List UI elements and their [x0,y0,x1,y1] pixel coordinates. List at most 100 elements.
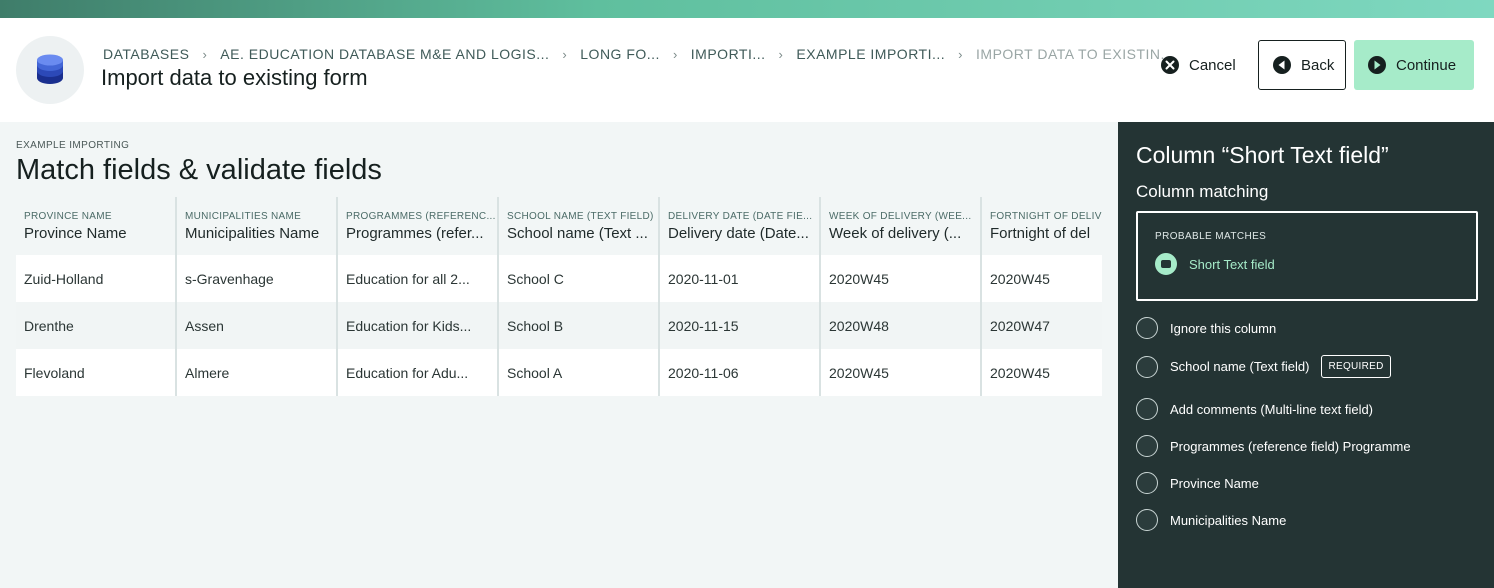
radio-icon[interactable] [1136,472,1158,494]
table-cell: School B [499,302,660,349]
breadcrumb-databases[interactable]: DATABASES [103,46,189,62]
column-source-name: WEEK OF DELIVERY (WEE... [829,210,972,222]
match-option-short-text-field[interactable]: Short Text field [1155,253,1275,275]
table-cell: 2020-11-15 [660,302,821,349]
breadcrumb-database[interactable]: AE. EDUCATION DATABASE M&E AND LOGIS... [220,46,549,62]
radio-icon[interactable] [1136,435,1158,457]
table-cell: Drenthe [16,302,177,349]
match-option-municipalities-name[interactable]: Municipalities Name [1136,509,1286,531]
back-label: Back [1301,56,1335,74]
column-source-name: PROGRAMMES (REFERENC... [346,210,496,222]
continue-button[interactable]: Continue [1354,40,1474,90]
table-cell: 2020-11-06 [660,349,821,396]
table-cell: School A [499,349,660,396]
header: DATABASES › AE. EDUCATION DATABASE M&E A… [0,18,1494,122]
chevron-right-icon: › [202,46,208,62]
back-button[interactable]: Back [1258,40,1346,90]
chevron-right-icon: › [958,46,964,62]
arrow-right-circle-icon [1368,56,1386,74]
column-source-name: DELIVERY DATE (DATE FIE... [668,210,813,222]
table-cell: 2020-11-01 [660,255,821,302]
section-label: EXAMPLE IMPORTING [16,140,130,151]
continue-label: Continue [1396,56,1457,74]
column-field-name: School name (Text ... [507,224,648,242]
close-circle-icon [1161,56,1179,74]
probable-matches-box: PROBABLE MATCHES Short Text field [1136,211,1478,301]
match-option-label: Add comments (Multi-line text field) [1170,401,1374,417]
match-option-school-name[interactable]: School name (Text field) REQUIRED [1136,355,1391,378]
table-cell: 2020W45 [982,349,1102,396]
column-field-name: Municipalities Name [185,224,320,242]
match-option-programmes[interactable]: Programmes (reference field) Programme [1136,435,1411,457]
panel-title: Column “Short Text field” [1136,142,1389,168]
column-header[interactable]: DELIVERY DATE (DATE FIE... Delivery date… [660,197,821,255]
match-option-label: Short Text field [1189,256,1275,272]
top-accent-bar [0,0,1494,18]
table-cell: Zuid-Holland [16,255,177,302]
column-field-name: Delivery date (Date... [668,224,809,242]
column-field-name: Programmes (refer... [346,224,484,242]
table-cell: Education for all 2... [338,255,499,302]
panel-subtitle: Column matching [1136,182,1269,201]
data-table: PROVINCE NAME Province Name MUNICIPALITI… [16,197,1102,396]
section-title: Match fields & validate fields [16,154,382,186]
chevron-right-icon: › [778,46,784,62]
match-option-add-comments[interactable]: Add comments (Multi-line text field) [1136,398,1373,420]
database-icon [16,36,84,104]
probable-matches-label: PROBABLE MATCHES [1155,231,1267,242]
table-row: Zuid-Holland s-Gravenhage Education for … [16,255,1102,302]
match-option-ignore[interactable]: Ignore this column [1136,317,1276,339]
column-field-name: Fortnight of del [990,224,1091,242]
table-cell: 2020W47 [982,302,1102,349]
match-option-label: Province Name [1170,475,1259,491]
radio-selected-icon[interactable] [1155,253,1177,275]
table-cell: School C [499,255,660,302]
table-row: Flevoland Almere Education for Adu... Sc… [16,349,1102,396]
match-option-label: Ignore this column [1170,320,1277,336]
table-cell: 2020W45 [821,255,982,302]
table-cell: Education for Adu... [338,349,499,396]
main-content: EXAMPLE IMPORTING Match fields & validat… [0,122,1118,588]
radio-icon[interactable] [1136,398,1158,420]
column-source-name: MUNICIPALITIES NAME [185,210,302,222]
breadcrumb-example-importing[interactable]: EXAMPLE IMPORTI... [796,46,945,62]
column-field-name: Week of delivery (... [829,224,962,242]
match-option-label: Municipalities Name [1170,512,1287,528]
column-source-name: FORTNIGHT OF DELIV [990,210,1102,222]
radio-icon[interactable] [1136,355,1158,378]
breadcrumb-current: IMPORT DATA TO EXISTIN... [976,46,1174,62]
match-option-label: Programmes (reference field) Programme [1170,438,1411,454]
table-cell: s-Gravenhage [177,255,338,302]
column-matching-panel: Column “Short Text field” Column matchin… [1118,122,1494,588]
cancel-button[interactable]: Cancel [1160,40,1236,90]
table-cell: Flevoland [16,349,177,396]
table-cell: Education for Kids... [338,302,499,349]
radio-icon[interactable] [1136,509,1158,531]
page-title: Import data to existing form [101,65,368,90]
column-header[interactable]: PROVINCE NAME Province Name [16,197,177,255]
column-source-name: PROVINCE NAME [24,210,112,222]
breadcrumb-importing[interactable]: IMPORTI... [691,46,766,62]
arrow-left-circle-icon [1273,56,1291,74]
chevron-right-icon: › [672,46,678,62]
cancel-label: Cancel [1189,56,1236,74]
table-cell: 2020W48 [821,302,982,349]
breadcrumb-form[interactable]: LONG FO... [580,46,660,62]
match-option-label: School name (Text field) [1170,359,1310,374]
column-header[interactable]: WEEK OF DELIVERY (WEE... Week of deliver… [821,197,982,255]
table-row: Drenthe Assen Education for Kids... Scho… [16,302,1102,349]
column-header[interactable]: PROGRAMMES (REFERENC... Programmes (refe… [338,197,499,255]
chevron-right-icon: › [562,46,568,62]
column-header[interactable]: MUNICIPALITIES NAME Municipalities Name [177,197,338,255]
column-field-name: Province Name [24,224,127,242]
radio-icon[interactable] [1136,317,1158,339]
breadcrumb: DATABASES › AE. EDUCATION DATABASE M&E A… [103,46,1174,62]
table-header-row: PROVINCE NAME Province Name MUNICIPALITI… [16,197,1102,255]
match-option-province-name[interactable]: Province Name [1136,472,1259,494]
column-source-name: SCHOOL NAME (TEXT FIELD) [507,210,654,222]
table-cell: Assen [177,302,338,349]
table-cell: 2020W45 [982,255,1102,302]
required-badge: REQUIRED [1321,355,1391,378]
column-header[interactable]: SCHOOL NAME (TEXT FIELD) School name (Te… [499,197,660,255]
column-header[interactable]: FORTNIGHT OF DELIV Fortnight of del [982,197,1102,255]
